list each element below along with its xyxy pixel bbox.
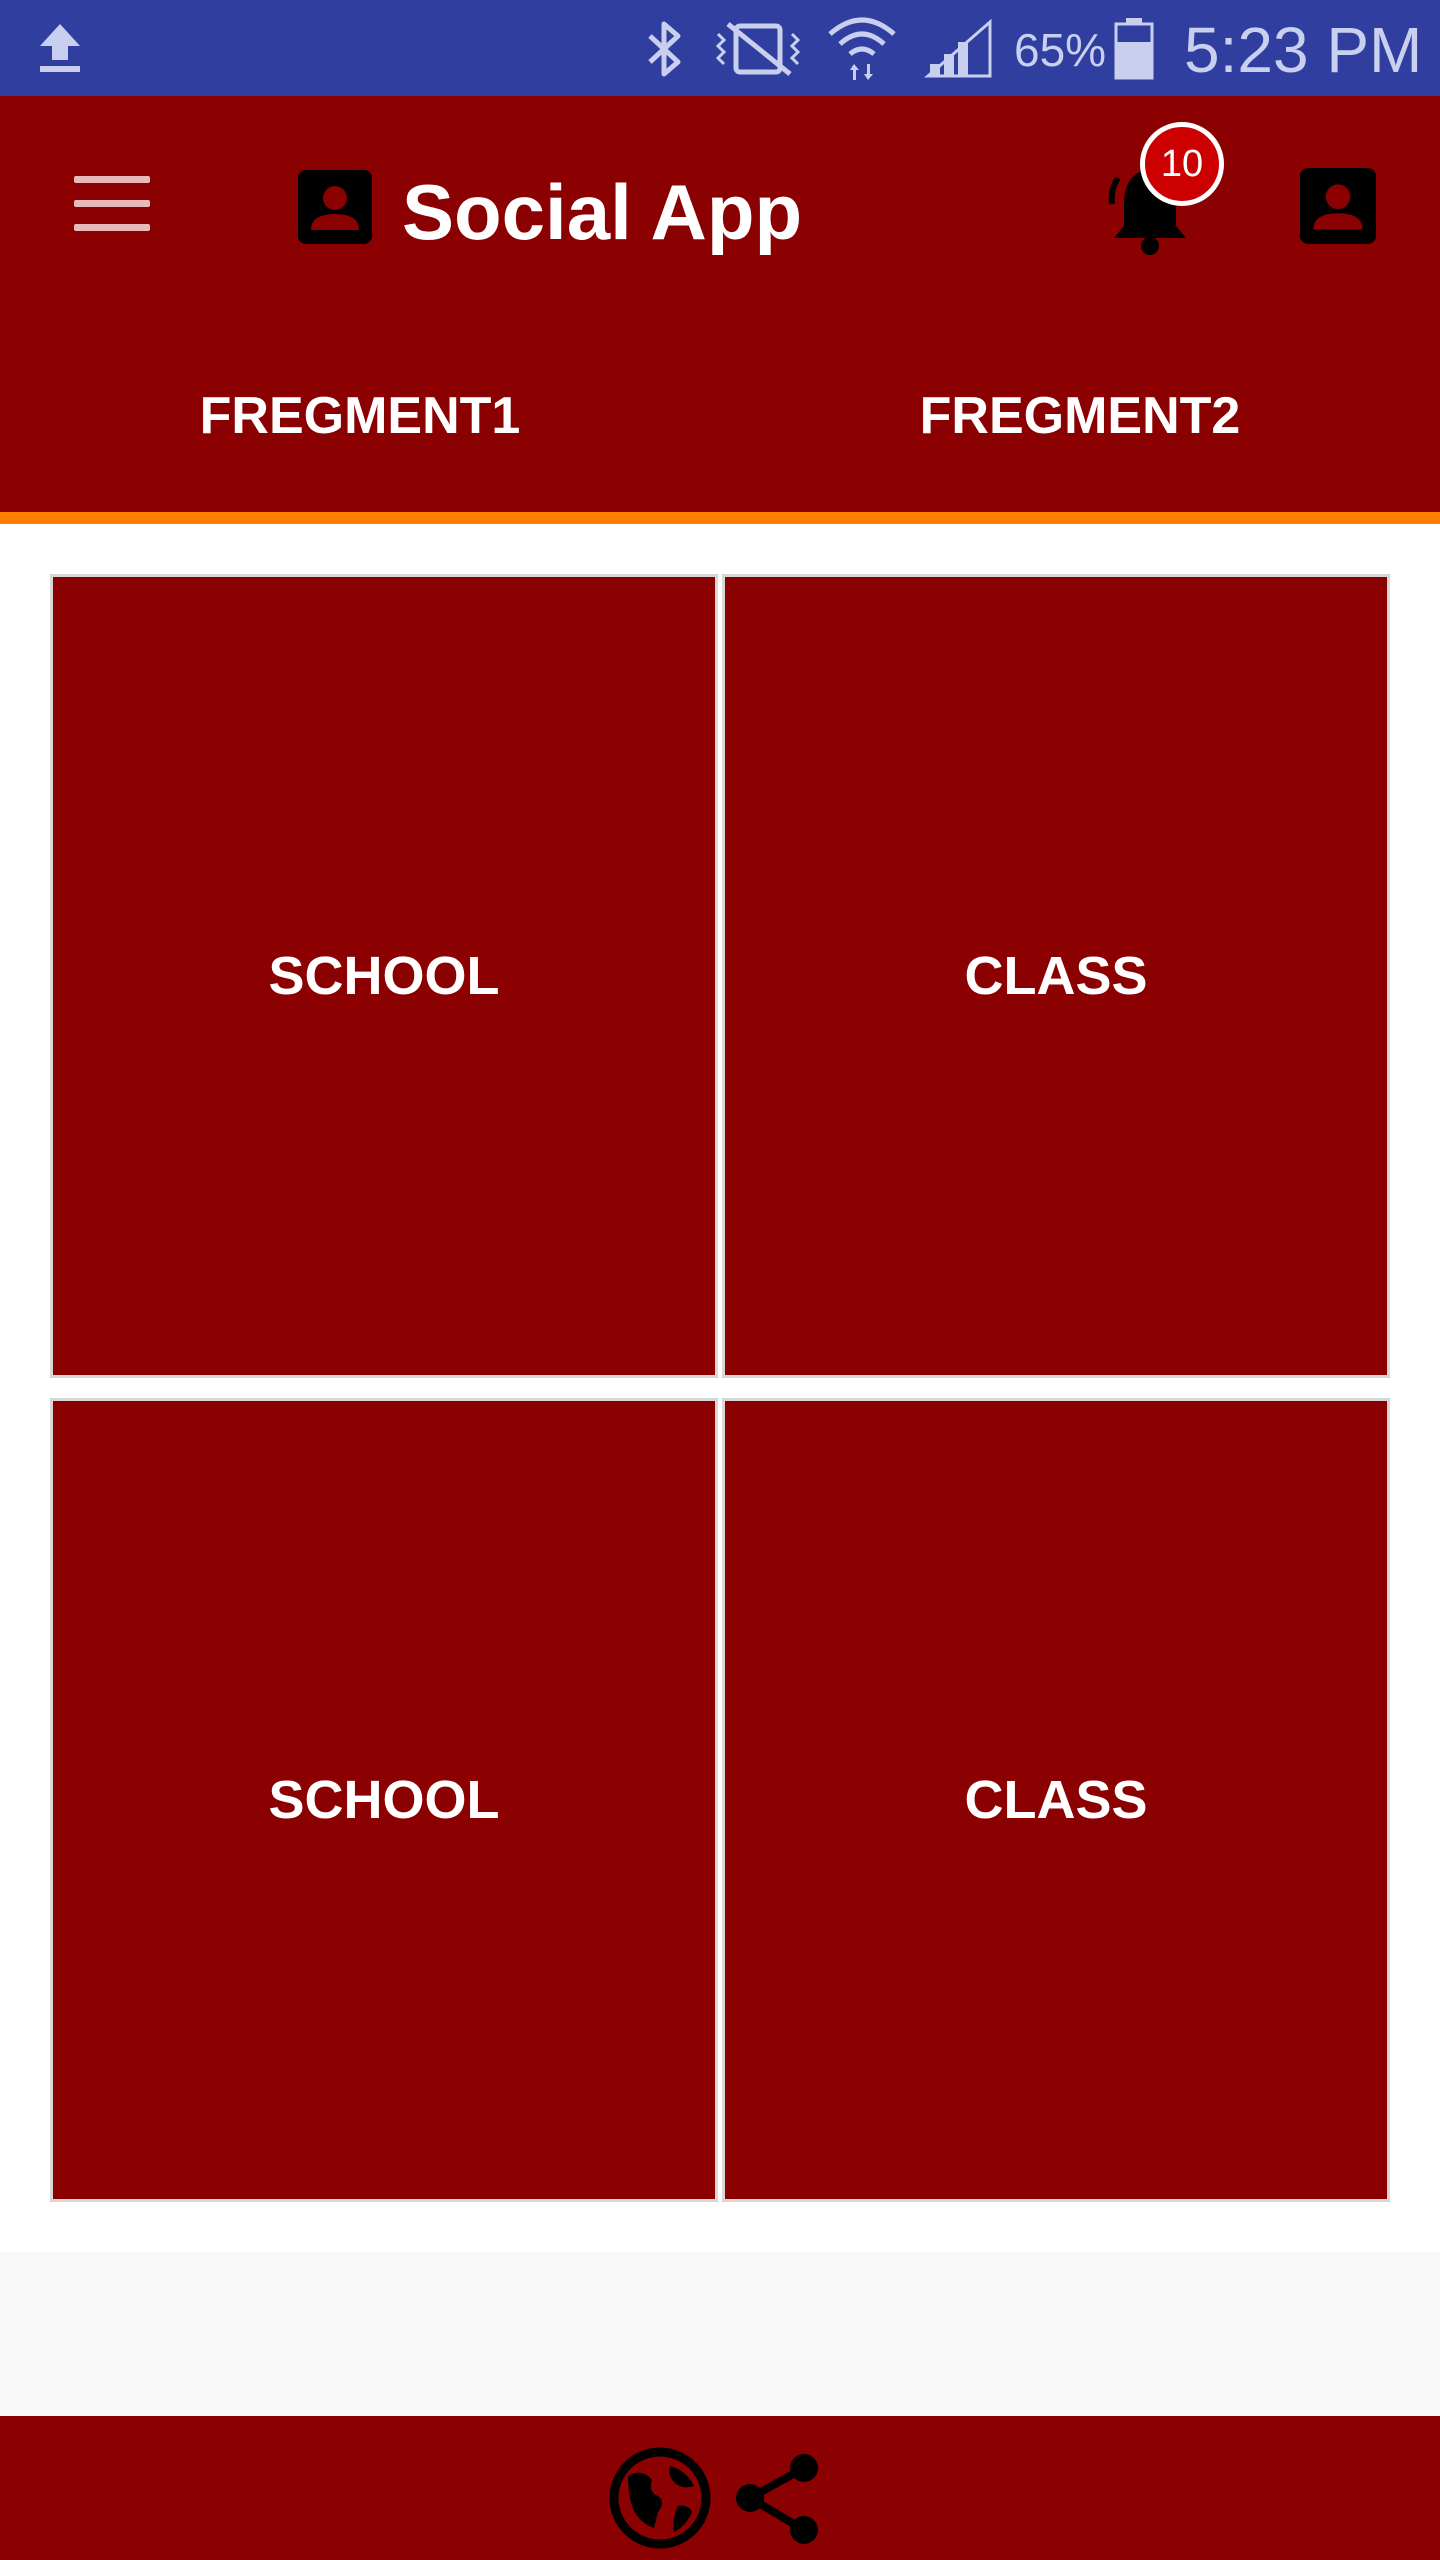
tile-class[interactable]: CLASS: [722, 1398, 1390, 2202]
upload-icon: [36, 20, 84, 76]
tile-school[interactable]: SCHOOL: [50, 1398, 718, 2202]
notifications-button[interactable]: 10: [1100, 122, 1230, 262]
app-screen: 65% 5:23 PM Social App 10 FREGMENT1 FREG…: [0, 0, 1440, 2560]
bluetooth-icon: [640, 18, 690, 80]
tab-indicator: [0, 512, 1440, 524]
signal-icon: [923, 18, 994, 80]
tile-grid: SCHOOL CLASS SCHOOL CLASS: [0, 524, 1440, 2252]
globe-icon: [608, 2447, 712, 2554]
status-bar: 65% 5:23 PM: [0, 0, 1440, 96]
share-button[interactable]: [726, 2446, 830, 2550]
empty-area: [0, 2252, 1440, 2416]
app-title: Social App: [402, 168, 803, 256]
tab-bar: FREGMENT1 FREGMENT2: [0, 320, 1440, 512]
tile-school[interactable]: SCHOOL: [50, 574, 718, 1378]
wifi-icon: [826, 12, 898, 82]
app-toolbar: Social App 10: [0, 96, 1440, 320]
tile-class[interactable]: CLASS: [722, 574, 1390, 1378]
bottom-bar: [0, 2416, 1440, 2560]
tab-fregment2[interactable]: FREGMENT2: [720, 320, 1440, 512]
notification-badge: 10: [1140, 122, 1224, 206]
status-clock: 5:23 PM: [1184, 14, 1423, 86]
menu-button[interactable]: [58, 162, 158, 246]
contact-icon: [298, 170, 372, 244]
globe-button[interactable]: [608, 2446, 712, 2550]
battery-icon: [1112, 16, 1156, 80]
vibrate-icon: [714, 20, 808, 78]
share-icon: [726, 2454, 830, 2554]
tab-fregment1[interactable]: FREGMENT1: [0, 320, 720, 512]
profile-icon: [1300, 168, 1376, 248]
battery-percent: 65%: [1014, 24, 1107, 76]
profile-button[interactable]: [1300, 168, 1390, 248]
